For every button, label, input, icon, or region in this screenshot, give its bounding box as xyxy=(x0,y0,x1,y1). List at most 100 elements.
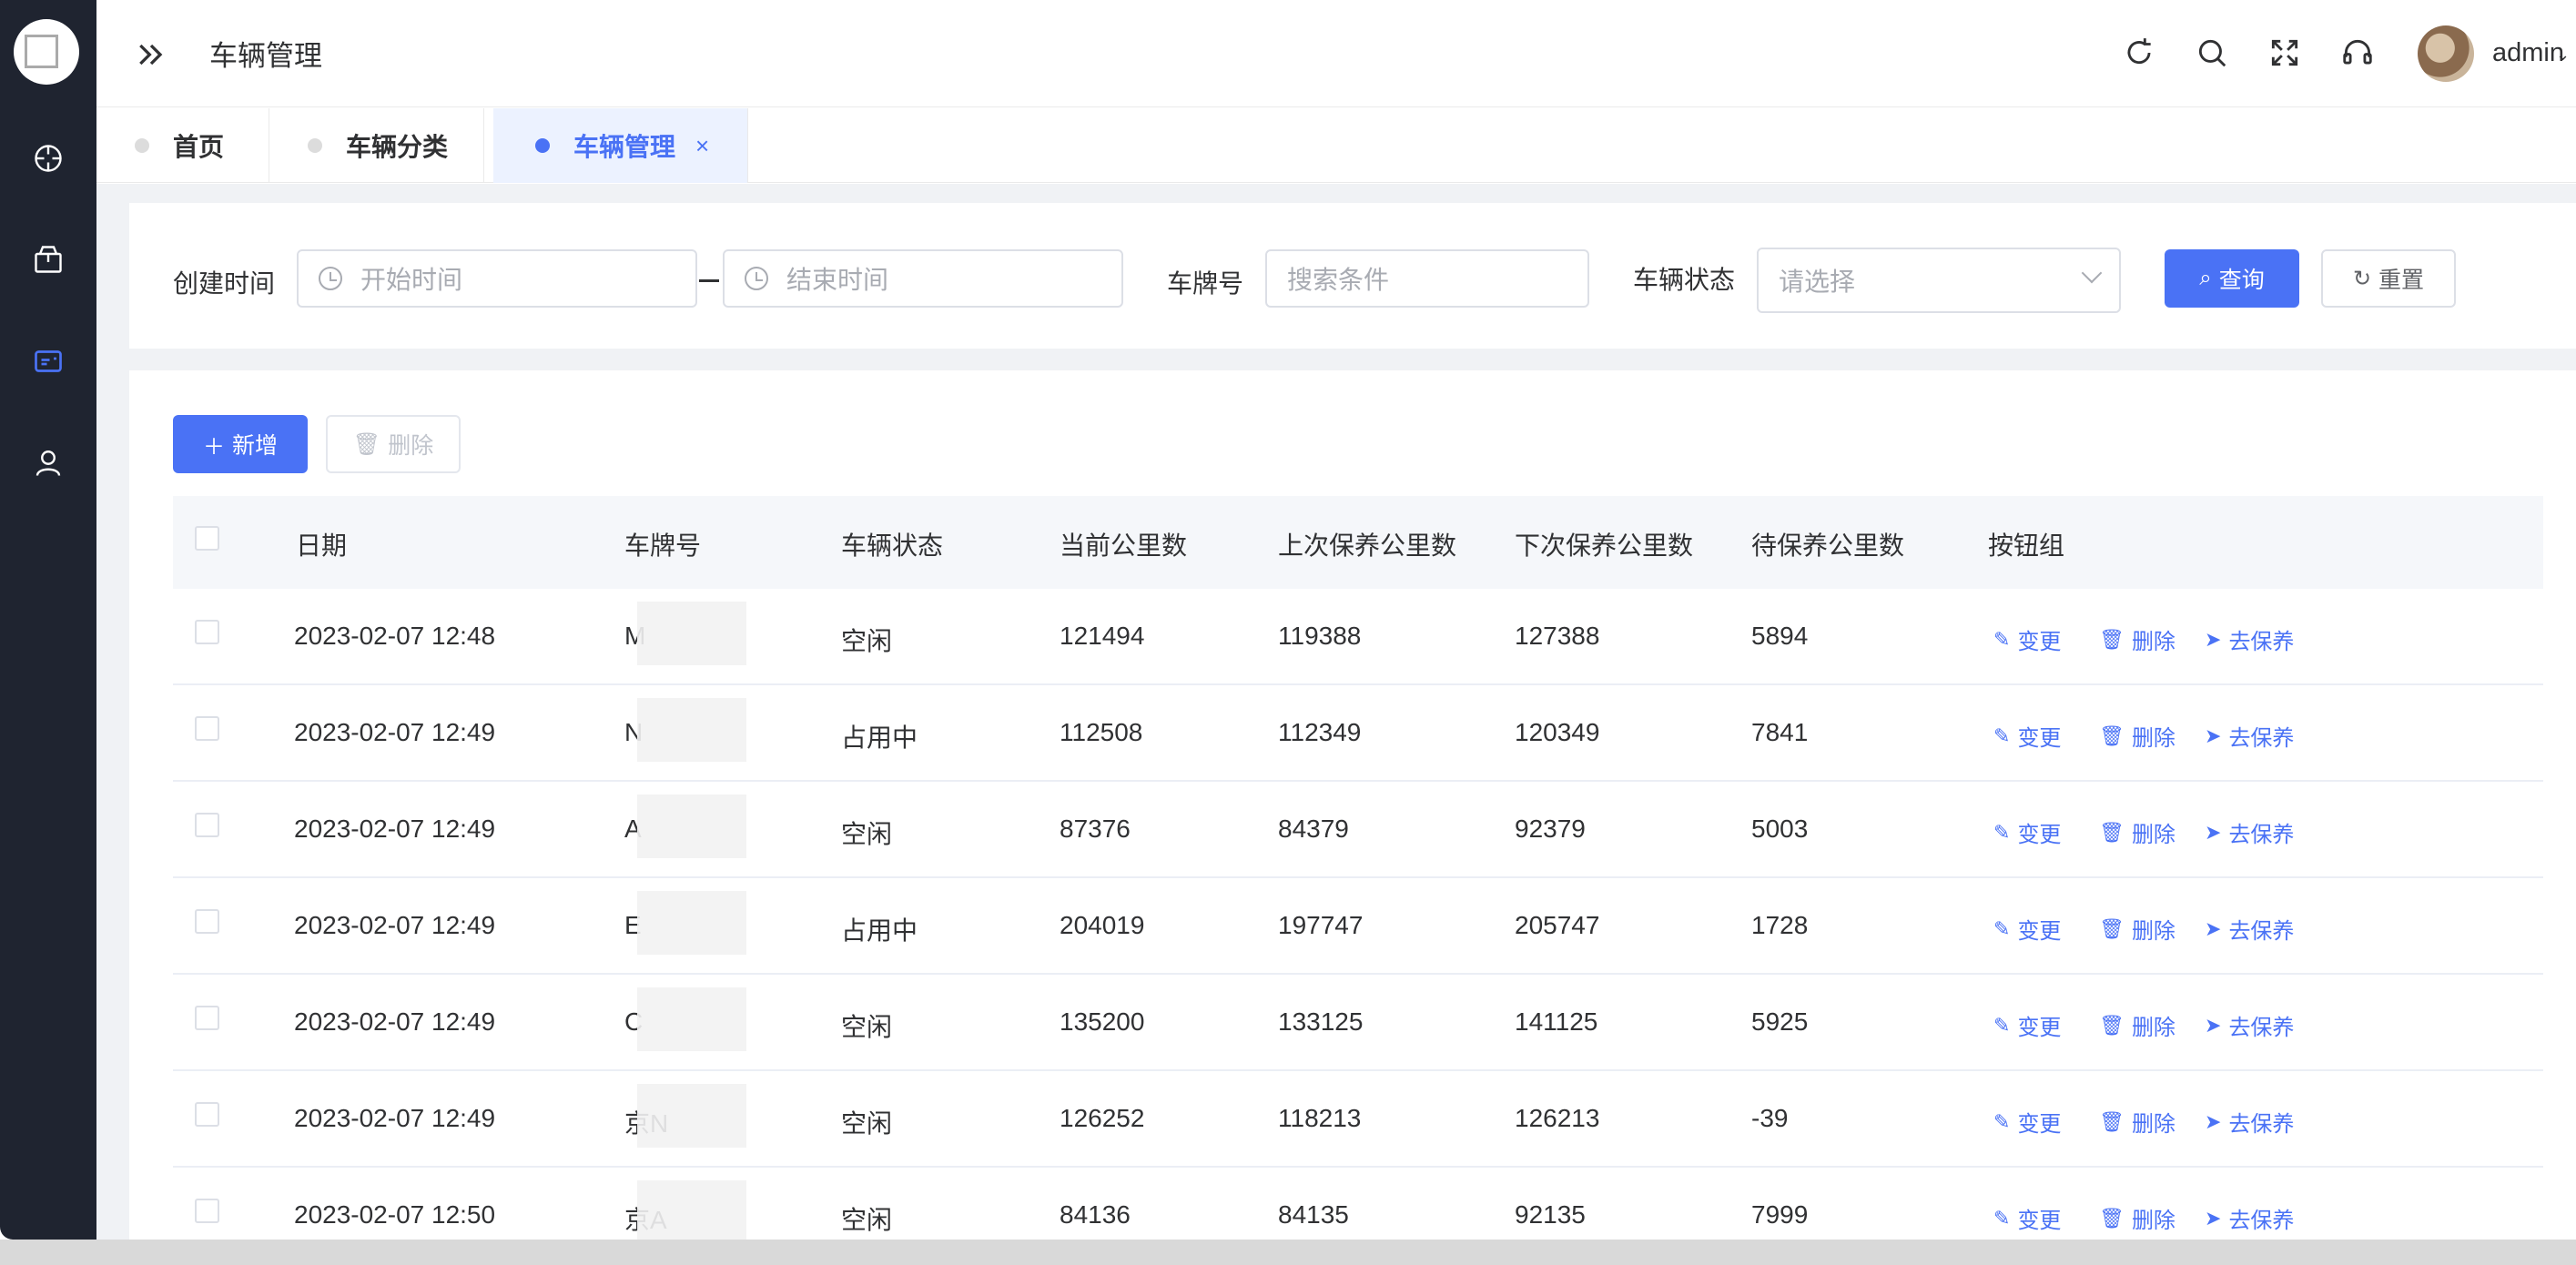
start-time-placeholder: 开始时间 xyxy=(360,266,463,294)
headset-icon[interactable] xyxy=(2340,35,2375,70)
tab-label: 车辆管理 xyxy=(573,133,676,161)
maintain-button[interactable]: ➤ 去保养 xyxy=(2205,1202,2294,1234)
avatar[interactable] xyxy=(2418,25,2474,82)
status-select[interactable]: 请选择 xyxy=(1757,248,2121,313)
cell-date: 2023-02-07 12:49 xyxy=(294,1104,496,1132)
select-all-checkbox[interactable] xyxy=(195,526,219,551)
expand-menu-icon[interactable] xyxy=(133,36,169,73)
tab-home[interactable]: 首页 xyxy=(96,108,269,183)
maintain-button[interactable]: ➤ 去保养 xyxy=(2205,816,2294,848)
edit-icon: ✎ xyxy=(1993,820,2011,844)
search-icon[interactable] xyxy=(2195,35,2229,70)
batch-delete-button[interactable]: 🗑 删除 xyxy=(326,415,461,473)
sidebar-item-user[interactable] xyxy=(24,439,73,488)
maintain-button[interactable]: ➤ 去保养 xyxy=(2205,913,2294,945)
tab-vehicle-management[interactable]: 车辆管理 × xyxy=(493,108,748,183)
row-checkbox[interactable] xyxy=(195,1006,219,1030)
cell-status: 空闲 xyxy=(841,1109,893,1138)
cell-last-km: 84135 xyxy=(1278,1200,1349,1229)
row-checkbox[interactable] xyxy=(195,620,219,644)
delete-button[interactable]: 🗑 删除 xyxy=(2099,1202,2175,1234)
delete-button[interactable]: 🗑 删除 xyxy=(2099,816,2175,848)
redaction-mosaic xyxy=(637,698,746,762)
edit-button[interactable]: ✎ 变更 xyxy=(1993,816,2061,848)
cell-current-km: 112508 xyxy=(1060,718,1143,746)
edit-button[interactable]: ✎ 变更 xyxy=(1993,720,2061,752)
cell-next-km: 205747 xyxy=(1515,911,1600,939)
chevron-down-icon[interactable]: ⌄ xyxy=(2556,46,2570,65)
column-header-next-km: 下次保养公里数 xyxy=(1515,531,1694,560)
cell-next-km: 92135 xyxy=(1515,1200,1586,1229)
edit-icon: ✎ xyxy=(1993,627,2011,651)
delete-label: 删除 xyxy=(2131,823,2175,847)
delete-button[interactable]: 🗑 删除 xyxy=(2099,720,2175,752)
edit-button[interactable]: ✎ 变更 xyxy=(1993,1009,2061,1041)
tab-dot-icon xyxy=(135,138,149,153)
maintain-button[interactable]: ➤ 去保养 xyxy=(2205,1009,2294,1041)
status-placeholder: 请选择 xyxy=(1779,268,1856,296)
column-header-status: 车辆状态 xyxy=(841,531,944,560)
maintain-button[interactable]: ➤ 去保养 xyxy=(2205,1106,2294,1138)
range-separator xyxy=(699,279,719,282)
sidebar-item-goods[interactable] xyxy=(24,235,73,284)
row-checkbox[interactable] xyxy=(195,1102,219,1127)
username[interactable]: admin xyxy=(2492,38,2564,68)
plate-label: 车牌号 xyxy=(1167,269,1244,298)
edit-button[interactable]: ✎ 变更 xyxy=(1993,623,2061,655)
edit-label: 变更 xyxy=(2017,726,2062,751)
sidebar-item-dashboard[interactable] xyxy=(24,134,73,183)
edit-label: 变更 xyxy=(2017,1209,2062,1233)
trash-icon: 🗑 xyxy=(2099,916,2125,940)
edit-button[interactable]: ✎ 变更 xyxy=(1993,1106,2061,1138)
cell-next-km: 127388 xyxy=(1515,622,1600,650)
add-label: 新增 xyxy=(231,433,278,459)
fullscreen-icon[interactable] xyxy=(2267,35,2302,70)
edit-icon: ✎ xyxy=(1993,916,2011,940)
reset-label: 重置 xyxy=(2378,268,2425,293)
edit-button[interactable]: ✎ 变更 xyxy=(1993,1202,2061,1234)
row-checkbox[interactable] xyxy=(195,1199,219,1223)
cell-last-km: 112349 xyxy=(1278,718,1362,746)
sidebar-item-vehicle[interactable] xyxy=(24,337,73,386)
row-divider xyxy=(173,973,2543,975)
row-checkbox[interactable] xyxy=(195,716,219,741)
trash-icon: 🗑 xyxy=(2099,820,2125,844)
cell-status: 空闲 xyxy=(841,627,893,655)
delete-label: 删除 xyxy=(2131,726,2175,751)
send-icon: ➤ xyxy=(2205,916,2222,940)
row-divider xyxy=(173,1166,2543,1168)
delete-button[interactable]: 🗑 删除 xyxy=(2099,623,2175,655)
cell-current-km: 126252 xyxy=(1060,1104,1145,1132)
tab-vehicle-category[interactable]: 车辆分类 xyxy=(269,108,484,183)
search-icon: ⌕ xyxy=(2199,266,2212,290)
add-button[interactable]: ＋ 新增 xyxy=(173,415,308,473)
maintain-button[interactable]: ➤ 去保养 xyxy=(2205,623,2294,655)
close-icon[interactable]: × xyxy=(695,132,709,160)
maintain-button[interactable]: ➤ 去保养 xyxy=(2205,720,2294,752)
refresh-icon[interactable] xyxy=(2122,35,2156,70)
row-checkbox[interactable] xyxy=(195,909,219,934)
plate-search-input[interactable]: 搜索条件 xyxy=(1265,249,1589,308)
delete-button[interactable]: 🗑 删除 xyxy=(2099,913,2175,945)
card-icon xyxy=(35,350,62,372)
tab-dot-icon xyxy=(535,138,550,153)
reset-button[interactable]: ↻ 重置 xyxy=(2321,249,2456,308)
start-time-input[interactable]: 开始时间 xyxy=(297,249,697,308)
edit-button[interactable]: ✎ 变更 xyxy=(1993,913,2061,945)
cell-pending-km: 5894 xyxy=(1751,622,1809,650)
chevron-down-icon xyxy=(2081,262,2103,284)
refresh-icon: ↻ xyxy=(2352,266,2372,291)
edit-label: 变更 xyxy=(2017,1112,2062,1137)
query-button[interactable]: ⌕ 查询 xyxy=(2165,249,2299,308)
batch-delete-label: 删除 xyxy=(388,433,434,459)
delete-button[interactable]: 🗑 删除 xyxy=(2099,1106,2175,1138)
tab-label: 车辆分类 xyxy=(346,133,449,161)
edit-icon: ✎ xyxy=(1993,1109,2011,1133)
delete-button[interactable]: 🗑 删除 xyxy=(2099,1009,2175,1041)
end-time-input[interactable]: 结束时间 xyxy=(723,249,1123,308)
status-label: 车辆状态 xyxy=(1633,266,1736,294)
row-checkbox[interactable] xyxy=(195,813,219,837)
clock-icon xyxy=(745,267,768,290)
redaction-mosaic xyxy=(637,1084,746,1148)
cell-current-km: 121494 xyxy=(1060,622,1145,650)
